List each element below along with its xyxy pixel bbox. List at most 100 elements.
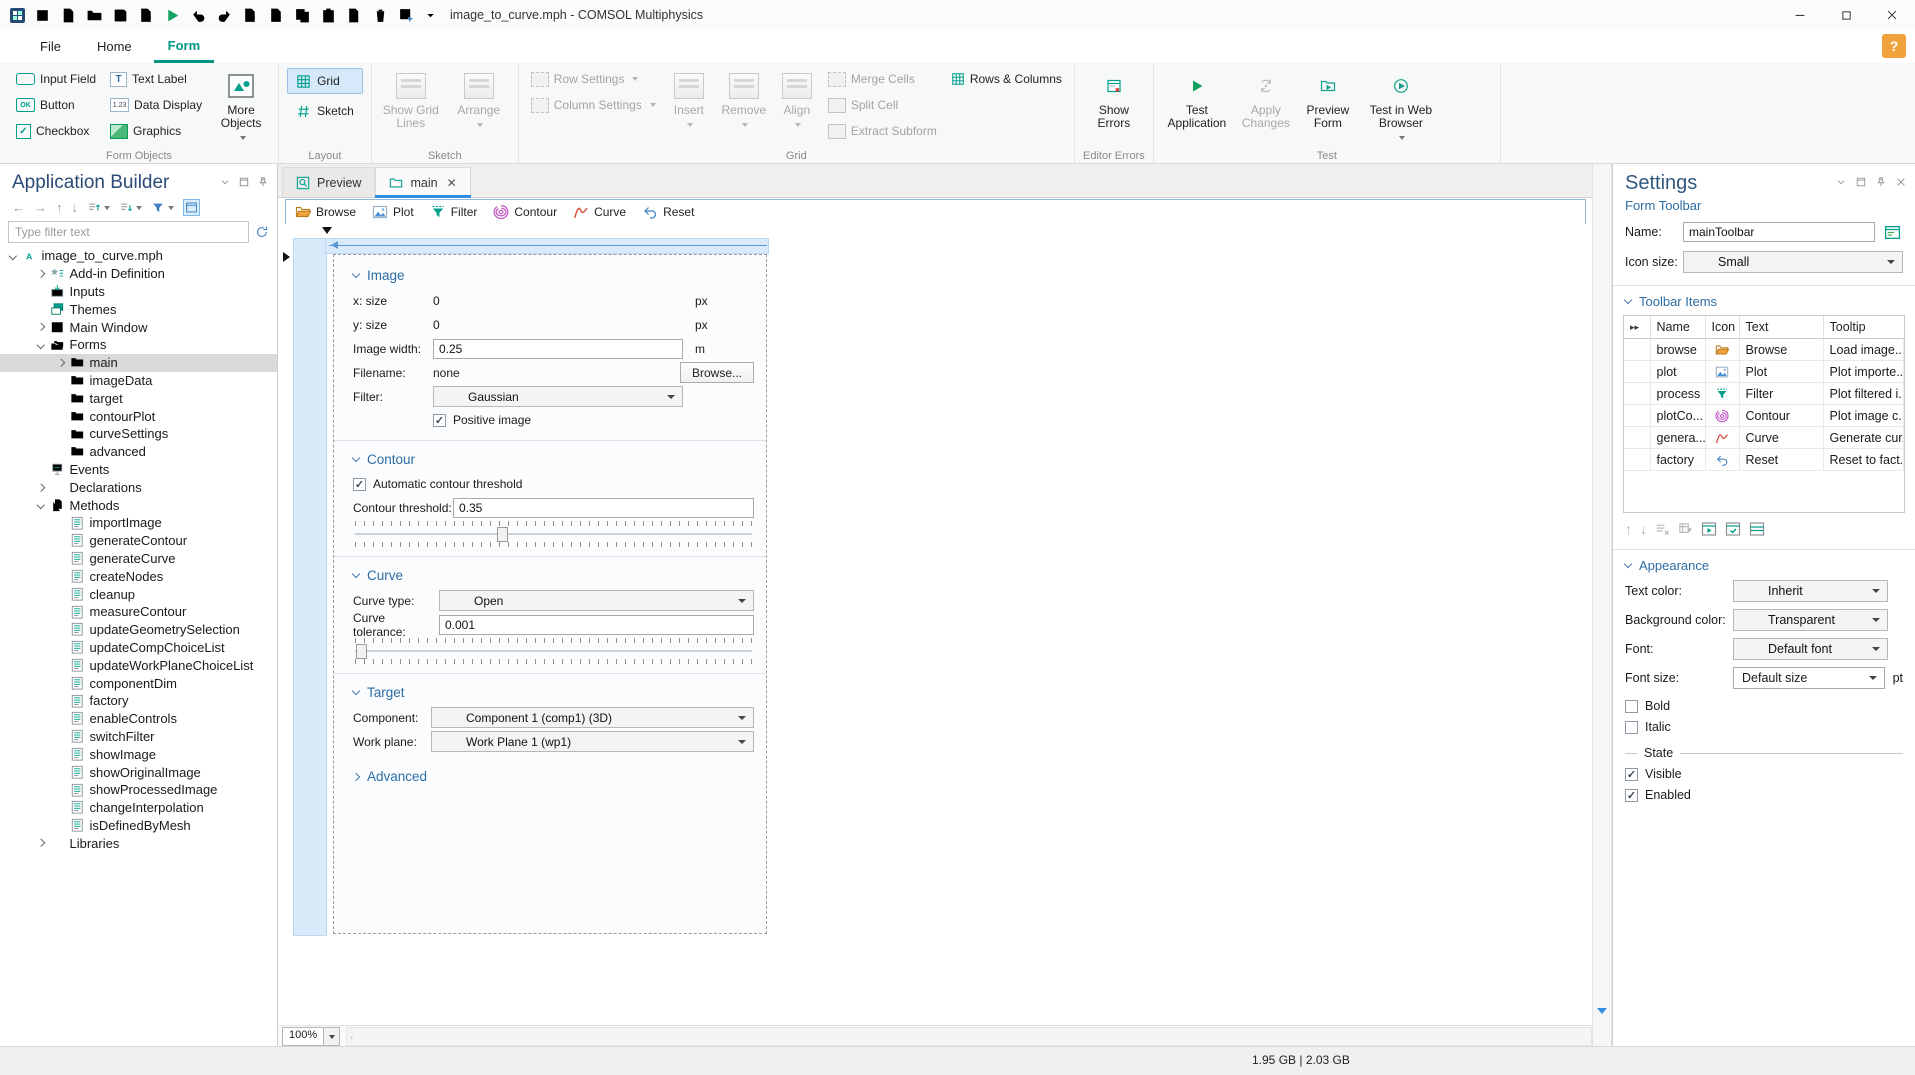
back-icon[interactable]: ← [12, 200, 25, 215]
find-replace-icon[interactable] [268, 7, 285, 24]
tree-item[interactable]: componentDim [0, 674, 277, 692]
checkbox-button[interactable]: ✓ Checkbox [12, 118, 100, 144]
browse-file-button[interactable]: Browse... [680, 362, 754, 383]
filter-dropdown[interactable]: Gaussian [433, 386, 683, 407]
add-toggle-button[interactable] [1725, 521, 1741, 537]
curve-tolerance-slider[interactable] [353, 638, 754, 664]
slider-thumb[interactable] [497, 527, 509, 542]
tree-item[interactable]: curveSettings [0, 425, 277, 443]
model-wizard-icon[interactable] [34, 7, 51, 24]
tree-item[interactable]: createNodes [0, 567, 277, 585]
customize-toolbar-chevron-icon[interactable] [424, 7, 437, 24]
merge-cells-button[interactable]: Merge Cells [824, 66, 941, 92]
table-row[interactable]: plot Plot Plot importe... [1624, 360, 1904, 383]
tree-item[interactable]: measureContour [0, 603, 277, 621]
text-label-button[interactable]: T Text Label [106, 66, 206, 92]
tree-item[interactable]: isDefinedByMesh [0, 817, 277, 835]
align-button[interactable]: Align [776, 66, 818, 130]
icon-size-dropdown[interactable]: Small [1683, 251, 1903, 273]
contour-threshold-slider[interactable] [353, 521, 754, 547]
add-toolbar-button[interactable] [1701, 521, 1717, 537]
find-icon[interactable] [242, 7, 259, 24]
help-button[interactable]: ? [1882, 34, 1906, 58]
close-tab-icon[interactable]: ✕ [447, 176, 457, 190]
curve-tolerance-field[interactable] [439, 614, 754, 635]
positive-image-checkbox[interactable] [433, 413, 446, 427]
zoom-dropdown-arrow[interactable] [323, 1028, 340, 1045]
table-row[interactable]: factory Reset Reset to fact... [1624, 448, 1904, 471]
toolbar-button-reset[interactable]: Reset [642, 204, 694, 220]
horizontal-scrollbar[interactable]: ‹ [346, 1027, 1592, 1046]
table-row[interactable]: process Filter Plot filtered i... [1624, 382, 1904, 405]
italic-checkbox[interactable] [1625, 720, 1638, 734]
tree-item[interactable]: showProcessedImage [0, 781, 277, 799]
tab-preview[interactable]: Preview [282, 167, 376, 197]
tree-item[interactable]: Forms [0, 336, 277, 354]
form-canvas[interactable]: Image x: size 0 px y: size 0 px Image width:… [278, 224, 1594, 1026]
input-field-button[interactable]: Input Field [12, 66, 100, 92]
save-icon[interactable] [112, 7, 129, 24]
text-color-dropdown[interactable]: Inherit [1733, 580, 1888, 602]
work-plane-dropdown[interactable]: Work Plane 1 (wp1) [431, 731, 754, 752]
toolbar-button-plot[interactable]: Plot [372, 204, 414, 220]
contour-threshold-field[interactable] [453, 497, 754, 518]
font-dropdown[interactable]: Default font [1733, 638, 1888, 660]
grid-row-band[interactable] [293, 238, 327, 936]
toolbar-items-table[interactable]: ▸▸ Name Icon Text Tooltip browse Browse L… [1623, 315, 1905, 513]
tree-item[interactable]: generateCurve [0, 550, 277, 568]
delete-icon[interactable] [372, 7, 389, 24]
show-errors-button[interactable]: Show Errors [1083, 66, 1145, 130]
tree-item[interactable]: showImage [0, 745, 277, 763]
add-separator-button[interactable] [1749, 521, 1765, 537]
tree-item[interactable]: Main Window [0, 318, 277, 336]
forward-icon[interactable]: → [34, 200, 47, 215]
arrange-button[interactable]: Arrange [448, 66, 510, 130]
chevron-collapsed-icon[interactable] [36, 269, 45, 278]
section-header-image[interactable]: Image [351, 268, 754, 283]
toolbar-button-curve[interactable]: Curve [573, 204, 626, 220]
tree-item[interactable]: enableControls [0, 710, 277, 728]
move-down-button[interactable]: ↓ [1640, 521, 1647, 537]
table-row[interactable]: browse Browse Load image... [1624, 338, 1904, 361]
app-icon[interactable] [10, 7, 25, 23]
tab-home[interactable]: Home [83, 30, 146, 63]
background-color-dropdown[interactable]: Transparent [1733, 609, 1888, 631]
panel-menu-chevron-icon[interactable] [219, 176, 231, 188]
tree-item-selected[interactable]: main [0, 353, 277, 372]
enabled-checkbox[interactable] [1625, 788, 1638, 802]
rows-and-columns-button[interactable]: Rows & Columns [947, 66, 1066, 92]
font-size-combo[interactable]: Default size [1733, 667, 1885, 689]
tree-item[interactable]: Events [0, 461, 277, 479]
close-button[interactable] [1869, 0, 1915, 30]
split-cell-button[interactable]: Split Cell [824, 92, 941, 118]
move-up-button[interactable]: ↑ [1625, 521, 1632, 537]
chevron-collapsed-icon[interactable] [56, 358, 65, 367]
tree-item[interactable]: showOriginalImage [0, 763, 277, 781]
tree-item[interactable]: importImage [0, 514, 277, 532]
insert-button[interactable]: Insert [666, 66, 712, 130]
save-as-icon[interactable] [138, 7, 155, 24]
new-file-icon[interactable] [60, 7, 77, 24]
button-button[interactable]: OK Button [12, 92, 100, 118]
chevron-expanded-icon[interactable] [36, 501, 45, 509]
toolbar-button-contour[interactable]: Contour [493, 204, 557, 220]
data-display-button[interactable]: 1.23 Data Display [106, 92, 206, 118]
column-settings-button[interactable]: Column Settings [527, 92, 660, 118]
tree-item[interactable]: target [0, 389, 277, 407]
table-row[interactable]: plotCo... Contour Plot image c... [1624, 404, 1904, 427]
graphics-button[interactable]: Graphics [106, 118, 206, 144]
chevron-collapsed-icon[interactable] [36, 839, 45, 848]
tab-file[interactable]: File [26, 30, 75, 63]
tree-item[interactable]: changeInterpolation [0, 799, 277, 817]
tree-item-root[interactable]: image_to_curve.mph [0, 247, 277, 265]
close-panel-icon[interactable] [1895, 176, 1907, 188]
minimize-button[interactable] [1777, 0, 1823, 30]
test-application-button[interactable]: Test Application [1162, 66, 1232, 130]
grid-mode-button[interactable]: Grid [287, 68, 363, 94]
tree-item[interactable]: Inputs [0, 283, 277, 301]
move-down-icon[interactable]: ↓ [72, 200, 79, 215]
name-field[interactable] [1683, 222, 1875, 242]
vertical-scrollbar[interactable] [1592, 164, 1612, 1047]
section-header-curve[interactable]: Curve [351, 568, 754, 583]
zoom-control[interactable]: 100% [282, 1027, 341, 1046]
